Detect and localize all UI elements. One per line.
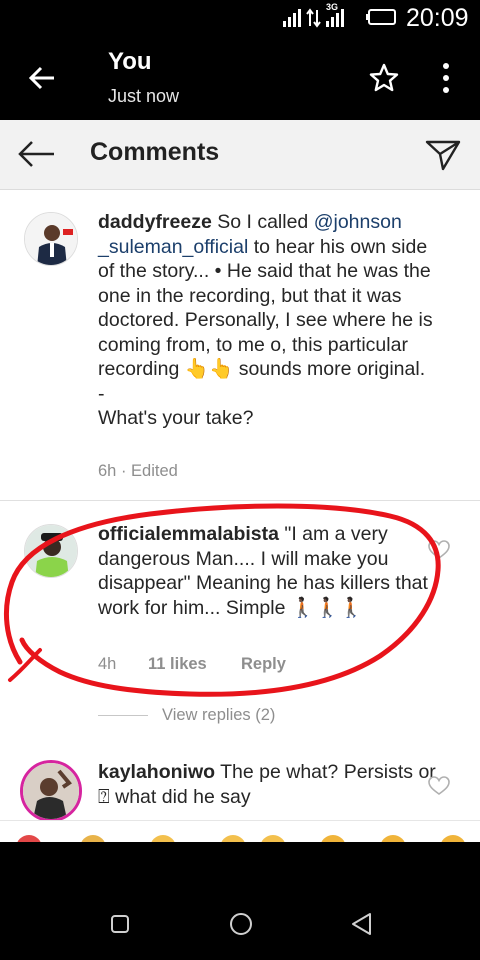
comment-text: kaylahoniwo The pe what? Persists or ⍰ w…: [98, 760, 438, 809]
chat-title: You: [108, 48, 152, 75]
emoji-icon[interactable]: [380, 835, 406, 842]
comment-body: So I called: [217, 211, 314, 233]
avatar-image: [25, 525, 77, 577]
comments-header: Comments: [0, 120, 480, 190]
likes-count[interactable]: 11 likes: [148, 655, 207, 674]
signal-icon: [283, 9, 301, 27]
comment-meta: 4h: [98, 655, 116, 674]
comment-meta: 6h · Edited: [98, 462, 178, 481]
system-nav-bar: [0, 842, 480, 960]
avatar-image: [23, 763, 79, 819]
divider: [0, 500, 480, 501]
heart-icon[interactable]: [428, 540, 450, 560]
avatar[interactable]: [24, 212, 78, 266]
emoji-icon[interactable]: [440, 835, 466, 842]
comment-username[interactable]: officialemmalabista: [98, 523, 279, 545]
heart-icon[interactable]: [428, 776, 450, 796]
comment-username[interactable]: kaylahoniwo: [98, 761, 215, 783]
replies-line: [98, 715, 148, 716]
nav-back-icon[interactable]: [350, 912, 372, 936]
comment-text: daddyfreeze So I called @johnson _sulema…: [98, 210, 438, 431]
back-arrow-icon[interactable]: [26, 62, 58, 94]
reply-button[interactable]: Reply: [241, 655, 286, 674]
view-replies-button[interactable]: View replies (2): [162, 706, 275, 725]
star-icon[interactable]: [368, 62, 400, 94]
nav-home-icon[interactable]: [229, 912, 253, 936]
emoji-icon[interactable]: [80, 835, 106, 842]
avatar[interactable]: [24, 524, 78, 578]
clock: 20:09: [406, 4, 469, 32]
send-icon[interactable]: [424, 136, 462, 172]
emoji-icon[interactable]: [260, 835, 286, 842]
comment-time: 4h: [98, 655, 117, 673]
comment-edited: · Edited: [120, 462, 178, 480]
comment-username[interactable]: daddyfreeze: [98, 211, 212, 233]
avatar-story-ring[interactable]: [20, 760, 82, 822]
emoji-icon[interactable]: [16, 835, 42, 842]
nav-recents-icon[interactable]: [110, 914, 130, 934]
back-arrow-icon[interactable]: [16, 138, 56, 170]
emoji-reaction-bar: [0, 820, 480, 842]
comment-text: officialemmalabista "I am a very dangero…: [98, 522, 438, 620]
status-bar: 3G 20:09: [0, 0, 480, 36]
battery-icon: [366, 9, 396, 25]
comments-title: Comments: [90, 138, 220, 166]
comment-dash: -: [98, 382, 105, 405]
comment-time: 6h: [98, 462, 117, 480]
more-vert-icon[interactable]: [440, 62, 452, 94]
emoji-icon[interactable]: [220, 835, 246, 842]
comments-screen: Comments daddyfreeze So I called @johnso…: [0, 120, 480, 842]
app-bar: You Just now: [0, 36, 480, 120]
emoji-icon[interactable]: [320, 835, 346, 842]
avatar-image: [25, 213, 77, 265]
network-type: 3G: [326, 2, 339, 12]
comment-question: What's your take?: [98, 407, 254, 429]
chat-subtitle: Just now: [108, 86, 180, 106]
emoji-icon[interactable]: [150, 835, 176, 842]
